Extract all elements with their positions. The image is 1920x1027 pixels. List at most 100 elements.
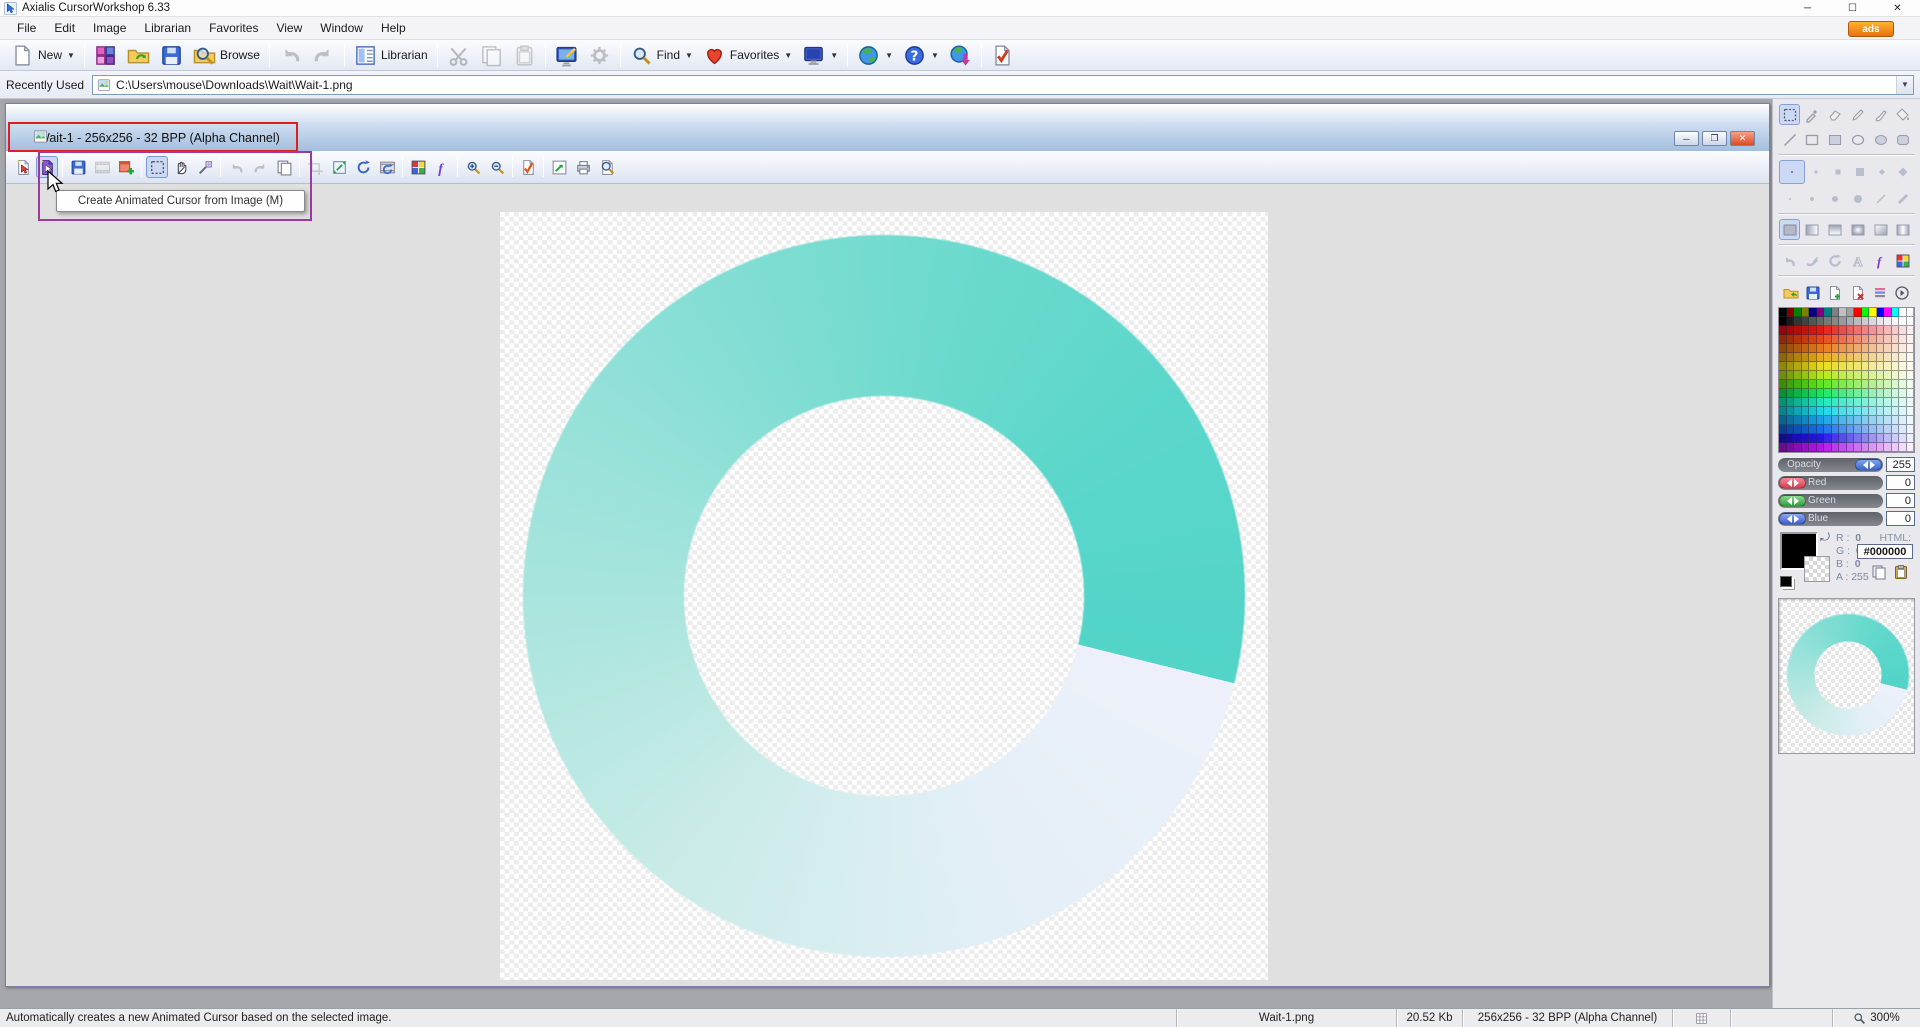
palette-cell[interactable] bbox=[1817, 308, 1825, 317]
palette-cell[interactable] bbox=[1854, 317, 1862, 326]
palette-cell[interactable] bbox=[1779, 353, 1787, 362]
palette-cell[interactable] bbox=[1877, 443, 1885, 452]
play-button[interactable] bbox=[1892, 282, 1913, 303]
slider-thumb[interactable] bbox=[1779, 477, 1806, 489]
palette-cell[interactable] bbox=[1899, 344, 1907, 353]
palette-cell[interactable] bbox=[1802, 407, 1810, 416]
palette-cell[interactable] bbox=[1794, 380, 1802, 389]
palette-cell[interactable] bbox=[1794, 407, 1802, 416]
chevron-down-icon[interactable]: ▼ bbox=[784, 51, 792, 60]
palette-cell[interactable] bbox=[1779, 389, 1787, 398]
zoom-in-button[interactable] bbox=[462, 156, 484, 178]
palette-cell[interactable] bbox=[1869, 416, 1877, 425]
doc-minimize-button[interactable]: ─ bbox=[1674, 131, 1699, 146]
palette-cell[interactable] bbox=[1847, 335, 1855, 344]
resize-button[interactable] bbox=[328, 156, 350, 178]
palette-cell[interactable] bbox=[1907, 434, 1915, 443]
palette-cell[interactable] bbox=[1794, 443, 1802, 452]
palette-cell[interactable] bbox=[1847, 353, 1855, 362]
palette-cell[interactable] bbox=[1847, 416, 1855, 425]
palette-cell[interactable] bbox=[1899, 362, 1907, 371]
palette-cell[interactable] bbox=[1862, 398, 1870, 407]
palette-cell[interactable] bbox=[1862, 335, 1870, 344]
palette-cell[interactable] bbox=[1884, 389, 1892, 398]
doc-delete-button[interactable] bbox=[1847, 282, 1868, 303]
hand-button[interactable] bbox=[170, 156, 192, 178]
palette-cell[interactable] bbox=[1869, 317, 1877, 326]
palette-cell[interactable] bbox=[1839, 407, 1847, 416]
palette-cell[interactable] bbox=[1862, 362, 1870, 371]
maximize-button[interactable]: ☐ bbox=[1830, 0, 1875, 17]
palette-cell[interactable] bbox=[1824, 344, 1832, 353]
palette-cell[interactable] bbox=[1817, 326, 1825, 335]
palette-cell[interactable] bbox=[1884, 344, 1892, 353]
palette-cell[interactable] bbox=[1907, 335, 1915, 344]
palette-cell[interactable] bbox=[1779, 371, 1787, 380]
palette-cell[interactable] bbox=[1787, 416, 1795, 425]
palette-cell[interactable] bbox=[1847, 425, 1855, 434]
palette-cell[interactable] bbox=[1809, 371, 1817, 380]
palette-cell[interactable] bbox=[1862, 443, 1870, 452]
palette-cell[interactable] bbox=[1877, 308, 1885, 317]
palette-cell[interactable] bbox=[1847, 398, 1855, 407]
doc-cursor-button[interactable] bbox=[12, 156, 34, 178]
palette-cell[interactable] bbox=[1794, 308, 1802, 317]
zoom-indicator[interactable]: 300% bbox=[1832, 1009, 1920, 1027]
chevron-down-icon[interactable]: ▼ bbox=[1896, 76, 1913, 94]
palette-cell[interactable] bbox=[1832, 425, 1840, 434]
palette-cell[interactable] bbox=[1787, 398, 1795, 407]
palette-cell[interactable] bbox=[1817, 371, 1825, 380]
palette-cell[interactable] bbox=[1832, 398, 1840, 407]
librarian-button[interactable]: Librarian bbox=[349, 42, 433, 69]
menu-window[interactable]: Window bbox=[311, 18, 372, 38]
palette-cell[interactable] bbox=[1862, 407, 1870, 416]
opacity-value-field[interactable]: 255 bbox=[1886, 457, 1915, 472]
palette-cell[interactable] bbox=[1862, 317, 1870, 326]
palette-cell[interactable] bbox=[1907, 308, 1915, 317]
palette-cell[interactable] bbox=[1832, 317, 1840, 326]
palette-cell[interactable] bbox=[1787, 317, 1795, 326]
promo-badge[interactable]: ads bbox=[1848, 21, 1894, 37]
palette-cell[interactable] bbox=[1839, 344, 1847, 353]
palette-cell[interactable] bbox=[1877, 380, 1885, 389]
palette-cell[interactable] bbox=[1824, 371, 1832, 380]
palette-cell[interactable] bbox=[1824, 335, 1832, 344]
palette-cell[interactable] bbox=[1779, 443, 1787, 452]
palette-cell[interactable] bbox=[1809, 344, 1817, 353]
palette-cell[interactable] bbox=[1824, 407, 1832, 416]
palette-cell[interactable] bbox=[1899, 389, 1907, 398]
palette-cell[interactable] bbox=[1802, 308, 1810, 317]
palette-cell[interactable] bbox=[1794, 344, 1802, 353]
palette-cell[interactable] bbox=[1907, 416, 1915, 425]
palette-cell[interactable] bbox=[1817, 317, 1825, 326]
palette-cell[interactable] bbox=[1809, 434, 1817, 443]
palette-cell[interactable] bbox=[1869, 398, 1877, 407]
palette-cell[interactable] bbox=[1847, 371, 1855, 380]
doc-check-button[interactable] bbox=[986, 42, 1019, 69]
palette-cell[interactable] bbox=[1884, 380, 1892, 389]
palette-cell[interactable] bbox=[1787, 389, 1795, 398]
palette-cell[interactable] bbox=[1817, 353, 1825, 362]
palette-cell[interactable] bbox=[1817, 407, 1825, 416]
palette-cell[interactable] bbox=[1884, 353, 1892, 362]
palette-cell[interactable] bbox=[1817, 416, 1825, 425]
palette-cell[interactable] bbox=[1809, 398, 1817, 407]
palette-cell[interactable] bbox=[1907, 425, 1915, 434]
palette-cell[interactable] bbox=[1802, 326, 1810, 335]
palette-cell[interactable] bbox=[1779, 398, 1787, 407]
palette-cell[interactable] bbox=[1779, 416, 1787, 425]
palette-cell[interactable] bbox=[1794, 425, 1802, 434]
minimize-button[interactable]: ─ bbox=[1785, 0, 1830, 17]
palette-cell[interactable] bbox=[1862, 380, 1870, 389]
palette-cell[interactable] bbox=[1832, 326, 1840, 335]
palette-cell[interactable] bbox=[1839, 389, 1847, 398]
palette-cell[interactable] bbox=[1847, 317, 1855, 326]
palette-cell[interactable] bbox=[1862, 308, 1870, 317]
palette-cell[interactable] bbox=[1794, 362, 1802, 371]
palette-cell[interactable] bbox=[1862, 425, 1870, 434]
palette-cell[interactable] bbox=[1847, 389, 1855, 398]
palette-cell[interactable] bbox=[1794, 353, 1802, 362]
palette-cell[interactable] bbox=[1809, 353, 1817, 362]
palette-cell[interactable] bbox=[1787, 443, 1795, 452]
palette-cell[interactable] bbox=[1779, 317, 1787, 326]
